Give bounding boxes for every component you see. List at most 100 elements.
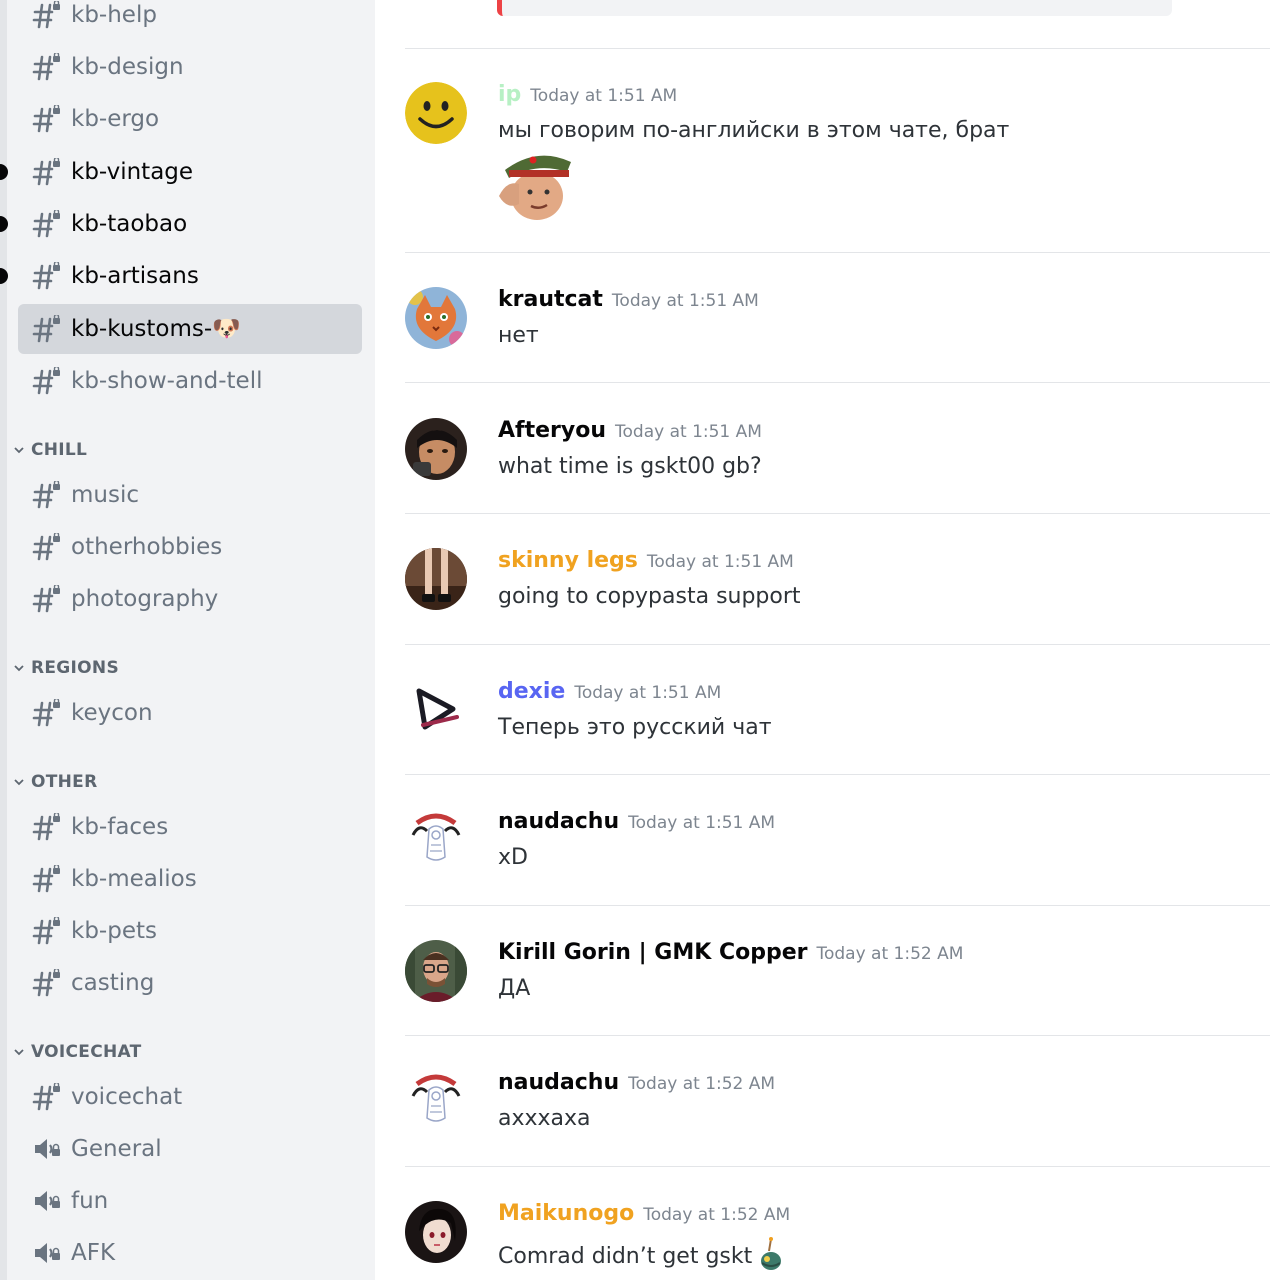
message-text: ДА <box>498 976 531 1001</box>
category-voicechat[interactable]: VOICECHAT <box>12 1040 142 1064</box>
channel-label: kb-taobao <box>71 211 188 237</box>
embed-preview <box>497 0 1172 16</box>
channel-label: AFK <box>71 1240 116 1266</box>
locked-hash-icon <box>32 367 60 395</box>
message-divider <box>405 513 1270 514</box>
username[interactable]: naudachu <box>498 809 619 834</box>
channel-otherhobbies[interactable]: otherhobbies <box>18 522 362 572</box>
channel-kb-ergo[interactable]: kb-ergo <box>18 94 362 144</box>
channel-voicechat[interactable]: voicechat <box>18 1072 362 1122</box>
timestamp: Today at 1:52 AM <box>816 944 964 964</box>
category-regions[interactable]: REGIONS <box>12 656 119 680</box>
saluting-soldier-emoji[interactable] <box>497 144 573 222</box>
channel-label: kb-pets <box>71 918 157 944</box>
channel-label: kb-design <box>71 54 184 80</box>
locked-hash-icon <box>32 865 60 893</box>
channel-photography[interactable]: photography <box>18 574 362 624</box>
channel-kb-design[interactable]: kb-design <box>18 42 362 92</box>
username[interactable]: dexie <box>498 679 565 704</box>
category-label: REGIONS <box>31 658 120 678</box>
bomb-emoji[interactable] <box>758 1237 784 1277</box>
channel-label: kb-vintage <box>71 159 194 185</box>
channel-label: kb-mealios <box>71 866 197 892</box>
channel-label: casting <box>71 970 155 996</box>
sketch-avatar[interactable] <box>405 809 467 871</box>
channel-label: kb-artisans <box>71 263 199 289</box>
locked-hash-icon <box>32 699 60 727</box>
channel-music[interactable]: music <box>18 470 362 520</box>
category-chill[interactable]: CHILL <box>12 438 87 462</box>
locked-hash-icon <box>32 210 60 238</box>
chevron-down-icon <box>14 665 24 672</box>
channel-kb-help[interactable]: kb-help <box>18 0 362 40</box>
channel-label: fun <box>71 1188 109 1214</box>
locked-hash-icon <box>32 533 60 561</box>
channel-kb-pets[interactable]: kb-pets <box>18 906 362 956</box>
locked-hash-icon <box>32 917 60 945</box>
channel-label: kb-ergo <box>71 106 160 132</box>
glasses-man-avatar[interactable] <box>405 940 467 1002</box>
category-other[interactable]: OTHER <box>12 770 97 794</box>
locked-hash-icon <box>32 481 60 509</box>
triangle-logo-avatar[interactable] <box>405 679 467 741</box>
channel-label: voicechat <box>71 1084 183 1110</box>
anime-girl-avatar[interactable] <box>405 1201 467 1263</box>
smiley-avatar[interactable] <box>405 82 467 144</box>
message-list: ip Today at 1:51 AM мы говорим по-англий… <box>375 0 1270 1280</box>
locked-hash-icon <box>32 158 60 186</box>
locked-hash-icon <box>32 262 60 290</box>
message-divider <box>405 48 1270 49</box>
legs-photo-avatar[interactable] <box>405 548 467 610</box>
username[interactable]: Afteryou <box>498 418 606 443</box>
timestamp: Today at 1:52 AM <box>643 1205 791 1225</box>
category-label: CHILL <box>31 440 88 460</box>
message-text: нет <box>498 323 539 348</box>
username[interactable]: naudachu <box>498 1070 619 1095</box>
message-text: Теперь это русский чат <box>498 715 772 740</box>
channel-keycon[interactable]: keycon <box>18 688 362 738</box>
message-body: Comrad didn’t get gskt <box>498 1237 784 1277</box>
voice-channel-fun[interactable]: fun <box>18 1176 362 1226</box>
message-divider <box>405 1035 1270 1036</box>
channel-kb-taobao[interactable]: kb-taobao <box>18 199 362 249</box>
username[interactable]: ip <box>498 82 521 107</box>
channel-kb-vintage[interactable]: kb-vintage <box>18 147 362 197</box>
channel-kb-mealios[interactable]: kb-mealios <box>18 854 362 904</box>
timestamp: Today at 1:51 AM <box>628 813 776 833</box>
locked-hash-icon <box>32 813 60 841</box>
message-divider <box>405 905 1270 906</box>
chevron-down-icon <box>14 779 24 786</box>
username[interactable]: Kirill Gorin | GMK Copper <box>498 940 807 965</box>
channel-label: otherhobbies <box>71 534 223 560</box>
voice-channel-afk[interactable]: AFK <box>18 1228 362 1278</box>
channel-label: kb-kustoms-🐶 <box>71 316 241 342</box>
sketch-avatar[interactable] <box>405 1070 467 1132</box>
cat-painting-avatar[interactable] <box>405 287 467 349</box>
locked-hash-icon <box>32 1 60 29</box>
chevron-down-icon <box>14 447 24 454</box>
channel-label: kb-faces <box>71 814 169 840</box>
message-divider <box>405 644 1270 645</box>
person-photo-avatar[interactable] <box>405 418 467 480</box>
message-divider <box>405 1166 1270 1167</box>
channel-kb-faces[interactable]: kb-faces <box>18 802 362 852</box>
channel-kb-kustoms[interactable]: kb-kustoms-🐶 <box>18 304 362 354</box>
message-text: going to copypasta support <box>498 584 801 609</box>
username[interactable]: skinny legs <box>498 548 638 573</box>
username[interactable]: Maikunogo <box>498 1201 634 1226</box>
locked-speaker-icon <box>35 1139 60 1159</box>
locked-hash-icon <box>32 969 60 997</box>
message-text: Comrad didn’t get gskt <box>498 1244 753 1269</box>
message-text: мы говорим по-английски в этом чате, бра… <box>498 118 1010 143</box>
channel-kb-show-and-tell[interactable]: kb-show-and-tell <box>18 356 362 406</box>
locked-hash-icon <box>32 1083 60 1111</box>
timestamp: Today at 1:51 AM <box>615 422 762 442</box>
voice-channel-general[interactable]: General <box>18 1124 362 1174</box>
chevron-down-icon <box>14 1049 24 1056</box>
channel-kb-artisans[interactable]: kb-artisans <box>18 251 362 301</box>
locked-hash-icon <box>32 315 60 343</box>
channel-casting[interactable]: casting <box>18 958 362 1008</box>
channel-label: keycon <box>71 700 153 726</box>
channel-sidebar: kb-help kb-design kb-ergo kb-vintage kb-… <box>0 0 375 1280</box>
username[interactable]: krautcat <box>498 287 603 312</box>
